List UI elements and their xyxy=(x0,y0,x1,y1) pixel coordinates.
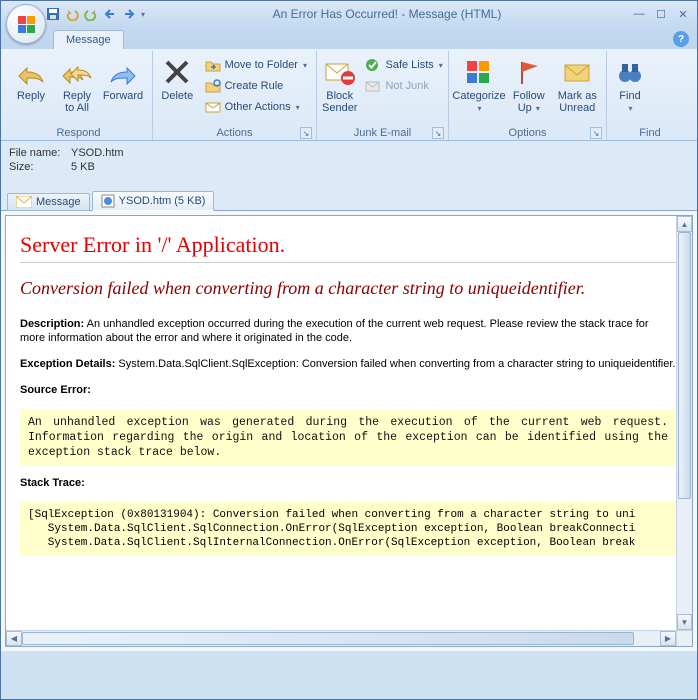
maximize-button[interactable]: ☐ xyxy=(651,7,671,21)
other-actions-icon xyxy=(205,99,221,115)
scroll-left-icon[interactable]: ◀ xyxy=(6,631,22,646)
block-sender-button[interactable]: Block Sender xyxy=(321,53,358,117)
delete-icon xyxy=(161,56,193,88)
not-junk-icon xyxy=(365,78,381,94)
chevron-down-icon: ▾ xyxy=(628,104,632,113)
html-file-icon xyxy=(101,194,115,208)
dialog-launcher-icon[interactable]: ↘ xyxy=(590,127,602,139)
stack-trace-label: Stack Trace: xyxy=(20,476,676,490)
source-error-label: Source Error: xyxy=(20,383,676,397)
quick-access-toolbar: ▾ xyxy=(45,6,145,22)
move-to-folder-button[interactable]: Move to Folder▾ xyxy=(200,55,312,75)
group-label-respond: Respond xyxy=(9,126,148,140)
help-icon[interactable]: ? xyxy=(673,31,689,47)
source-error-box: An unhandled exception was generated dur… xyxy=(20,409,676,466)
close-button[interactable]: ✕ xyxy=(673,7,693,21)
scroll-track[interactable] xyxy=(22,631,660,646)
error-subtitle: Conversion failed when converting from a… xyxy=(20,277,676,299)
scroll-right-icon[interactable]: ▶ xyxy=(660,631,676,646)
view-tabs: Message YSOD.htm (5 KB) xyxy=(1,177,697,211)
save-icon[interactable] xyxy=(45,6,61,22)
size-value: 5 KB xyxy=(71,161,95,173)
scroll-down-icon[interactable]: ▼ xyxy=(677,614,692,630)
forward-icon xyxy=(107,56,139,88)
follow-up-button[interactable]: Follow Up ▾ xyxy=(507,53,551,118)
undo-icon[interactable] xyxy=(64,6,80,22)
window-title: An Error Has Occurred! - Message (HTML) xyxy=(145,7,629,21)
file-name-label: File name: xyxy=(9,147,71,159)
ribbon-tab-row: Message ? xyxy=(1,27,697,49)
vertical-scrollbar[interactable]: ▲ ▼ xyxy=(676,216,692,630)
office-logo-icon xyxy=(17,15,35,33)
divider xyxy=(20,262,676,263)
chevron-down-icon: ▾ xyxy=(536,104,540,113)
block-sender-icon xyxy=(324,56,356,88)
scroll-thumb[interactable] xyxy=(22,632,634,645)
safe-lists-icon xyxy=(365,57,381,73)
binoculars-icon xyxy=(614,56,646,88)
error-title: Server Error in '/' Application. xyxy=(20,232,676,258)
view-tab-attachment[interactable]: YSOD.htm (5 KB) xyxy=(92,191,215,211)
title-bar: ▾ An Error Has Occurred! - Message (HTML… xyxy=(1,1,697,27)
view-tab-message[interactable]: Message xyxy=(7,193,90,211)
reply-all-button[interactable]: Reply to All xyxy=(55,53,99,117)
group-label-find: Find xyxy=(611,126,689,140)
office-button[interactable] xyxy=(6,4,46,44)
exception-details-text: Exception Details: System.Data.SqlClient… xyxy=(20,357,676,371)
group-label-junk: Junk E-mail↘ xyxy=(321,126,444,140)
minimize-button[interactable]: — xyxy=(629,7,649,21)
find-button[interactable]: Find▾ xyxy=(611,53,649,118)
categorize-button[interactable]: Categorize▾ xyxy=(453,53,505,118)
rule-icon xyxy=(205,78,221,94)
scroll-up-icon[interactable]: ▲ xyxy=(677,216,692,232)
previous-icon[interactable] xyxy=(102,6,118,22)
forward-button[interactable]: Forward xyxy=(101,53,145,105)
reply-button[interactable]: Reply xyxy=(9,53,53,105)
description-text: Description: An unhandled exception occu… xyxy=(20,317,676,345)
file-name-value: YSOD.htm xyxy=(71,147,124,159)
dialog-launcher-icon[interactable]: ↘ xyxy=(300,127,312,139)
mark-unread-icon xyxy=(561,56,593,88)
group-label-options: Options↘ xyxy=(453,126,602,140)
preview-pane: Server Error in '/' Application. Convers… xyxy=(1,211,697,651)
not-junk-button: Not Junk xyxy=(360,76,447,96)
redo-icon[interactable] xyxy=(83,6,99,22)
error-document: Server Error in '/' Application. Convers… xyxy=(6,216,690,564)
ribbon: Reply Reply to All Forward Respond Delet… xyxy=(1,49,697,141)
tab-message[interactable]: Message xyxy=(53,30,124,49)
safe-lists-button[interactable]: Safe Lists▾ xyxy=(360,55,447,75)
scroll-corner xyxy=(676,630,692,646)
next-icon[interactable] xyxy=(121,6,137,22)
categorize-icon xyxy=(463,56,495,88)
dialog-launcher-icon[interactable]: ↘ xyxy=(432,127,444,139)
chevron-down-icon: ▾ xyxy=(303,61,307,70)
scroll-track[interactable] xyxy=(677,232,692,614)
folder-move-icon xyxy=(205,57,221,73)
stack-trace-box: [SqlException (0x80131904): Conversion f… xyxy=(20,502,676,556)
group-label-actions: Actions↘ xyxy=(157,126,312,140)
chevron-down-icon: ▾ xyxy=(296,103,300,112)
chevron-down-icon: ▾ xyxy=(439,61,443,70)
scroll-thumb[interactable] xyxy=(678,232,691,499)
reply-all-icon xyxy=(61,56,93,88)
other-actions-button[interactable]: Other Actions▾ xyxy=(200,97,312,117)
envelope-icon xyxy=(16,196,32,208)
reply-icon xyxy=(15,56,47,88)
mark-unread-button[interactable]: Mark as Unread xyxy=(553,53,602,117)
size-label: Size: xyxy=(9,161,71,173)
attachment-info: File name:YSOD.htm Size:5 KB xyxy=(1,141,697,177)
chevron-down-icon: ▾ xyxy=(478,104,482,113)
horizontal-scrollbar[interactable]: ◀ ▶ xyxy=(6,630,676,646)
flag-icon xyxy=(513,56,545,88)
delete-button[interactable]: Delete xyxy=(157,53,198,105)
create-rule-button[interactable]: Create Rule xyxy=(200,76,312,96)
